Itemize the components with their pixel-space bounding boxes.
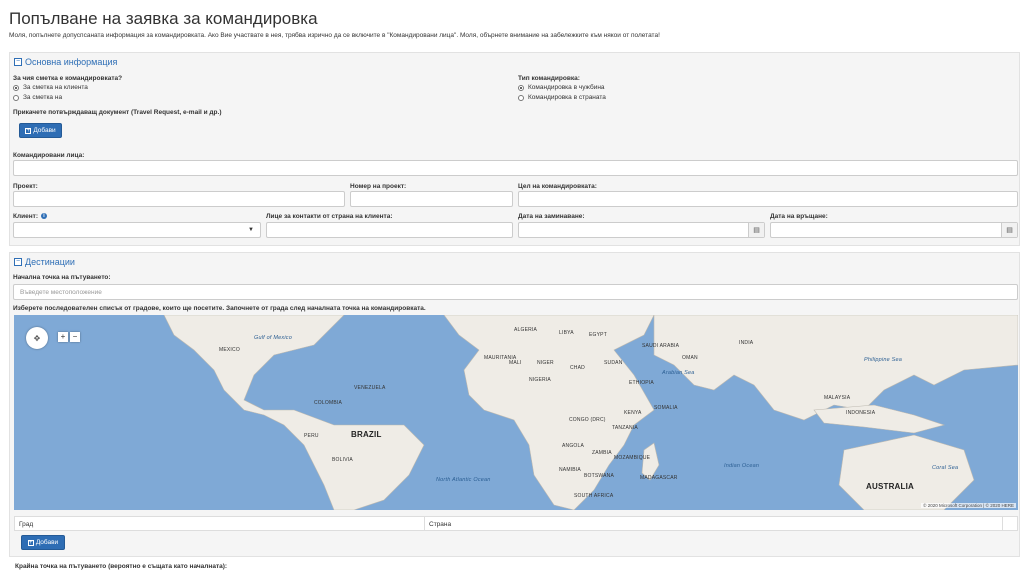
- column-header-city: Град: [15, 517, 425, 530]
- destinations-header[interactable]: − Дестинации: [10, 253, 1019, 270]
- start-location-input[interactable]: Въведете местоположение: [13, 284, 1018, 300]
- column-header-country: Страна: [425, 517, 1003, 530]
- attach-label: Прикачете потвърждаващ документ (Travel …: [13, 109, 222, 116]
- map-copyright: © 2020 Microsoft Corporation | © 2020 HE…: [921, 503, 1016, 508]
- start-placeholder: Въведете местоположение: [20, 289, 102, 296]
- basic-info-header[interactable]: − Основна информация: [10, 53, 1019, 70]
- map-label: Coral Sea: [932, 465, 959, 471]
- world-map[interactable]: ✥ + − BRAZIL AUSTRALIA North Atlantic Oc…: [14, 315, 1018, 510]
- cities-hint: Изберете последователен списък от градов…: [13, 305, 426, 312]
- map-label: BOTSWANA: [584, 473, 615, 479]
- page: Попълване на заявка за командировка Моля…: [0, 0, 1024, 571]
- map-label: PERU: [304, 433, 319, 439]
- map-label: LIBYA: [559, 330, 574, 336]
- chevron-down-icon: ▼: [248, 227, 254, 233]
- map-navigation-control[interactable]: ✥: [26, 327, 48, 349]
- radio-icon[interactable]: [13, 94, 19, 101]
- column-header-actions: [1003, 517, 1017, 530]
- start-label: Начална точка на пътуването:: [13, 274, 111, 281]
- purpose-label: Цел на командировката:: [518, 183, 597, 190]
- map-label: North Atlantic Ocean: [436, 477, 491, 483]
- map-label: BOLIVIA: [332, 457, 353, 463]
- radio-icon[interactable]: [13, 84, 19, 91]
- map-label: SOMALIA: [654, 405, 678, 411]
- map-label: MADAGASCAR: [640, 475, 678, 481]
- map-label: Arabian Sea: [662, 370, 695, 376]
- collapse-icon[interactable]: −: [14, 257, 22, 266]
- contact-label: Лице за контакти от страна на клиента:: [266, 213, 393, 220]
- account-option-other[interactable]: За сметка на: [13, 94, 62, 101]
- project-number-label: Номер на проект:: [350, 183, 407, 190]
- end-label: Крайна точка на пътуването (вероятно е с…: [15, 563, 228, 570]
- map-label: ALGERIA: [514, 327, 538, 333]
- map-label: CHAD: [570, 365, 585, 371]
- calendar-icon[interactable]: ▤: [1001, 223, 1017, 237]
- map-label: ZAMBIA: [592, 450, 612, 456]
- map-label: MOZAMBIQUE: [614, 455, 651, 461]
- account-option-client[interactable]: За сметка на клиента: [13, 84, 88, 91]
- map-label: TANZANIA: [612, 425, 638, 431]
- map-label: BRAZIL: [351, 430, 382, 439]
- destinations-heading: Дестинации: [25, 256, 75, 267]
- radio-icon[interactable]: [518, 84, 524, 91]
- map-label: COLOMBIA: [314, 400, 342, 406]
- attach-add-button[interactable]: + Добави: [19, 123, 62, 138]
- zoom-in-button[interactable]: +: [58, 332, 68, 342]
- collapse-icon[interactable]: −: [14, 57, 22, 66]
- departure-label: Дата на заминаване:: [518, 213, 585, 220]
- radio-icon[interactable]: [518, 94, 524, 101]
- map-label: Indian Ocean: [724, 463, 760, 469]
- map-label: Gulf of Mexico: [254, 335, 292, 341]
- cities-table-header: Град Страна: [14, 516, 1018, 531]
- trip-type-domestic[interactable]: Командировка в страната: [518, 94, 606, 101]
- map-label: EGYPT: [589, 332, 607, 338]
- client-select[interactable]: ▼: [13, 222, 261, 238]
- map-label: SAUDI ARABIA: [642, 343, 680, 349]
- plus-icon: +: [27, 539, 34, 546]
- map-label: Philippine Sea: [864, 357, 902, 363]
- map-label: NAMIBIA: [559, 467, 581, 473]
- map-label: SUDAN: [604, 360, 623, 366]
- calendar-icon[interactable]: ▤: [748, 223, 764, 237]
- map-label: SOUTH AFRICA: [574, 493, 614, 499]
- map-label: MEXICO: [219, 347, 240, 353]
- return-date-input[interactable]: ▤: [770, 222, 1018, 238]
- map-label: VENEZUELA: [354, 385, 386, 391]
- zoom-out-button[interactable]: −: [70, 332, 80, 342]
- info-icon[interactable]: i: [40, 213, 47, 220]
- map-label: ANGOLA: [562, 443, 585, 449]
- persons-label: Командировани лица:: [13, 152, 85, 159]
- project-label: Проект:: [13, 183, 38, 190]
- project-number-input[interactable]: [350, 191, 513, 207]
- contact-input[interactable]: [266, 222, 513, 238]
- plus-icon: +: [25, 127, 32, 134]
- basic-info-heading: Основна информация: [25, 56, 118, 67]
- basic-info-panel: − Основна информация: [9, 52, 1020, 246]
- page-title: Попълване на заявка за командировка: [9, 9, 318, 28]
- map-label: NIGERIA: [529, 377, 551, 383]
- page-subtitle: Моля, попълнете допуспсаната информация …: [9, 32, 660, 39]
- map-label: KENYA: [624, 410, 642, 416]
- map-label: INDONESIA: [846, 410, 876, 416]
- trip-type-abroad[interactable]: Командировка в чужбина: [518, 84, 605, 91]
- purpose-input[interactable]: [518, 191, 1018, 207]
- map-label: MALAYSIA: [824, 395, 851, 401]
- map-label: NIGER: [537, 360, 554, 366]
- return-label: Дата на връщане:: [770, 213, 828, 220]
- map-label: MALI: [509, 360, 522, 366]
- map-label: AUSTRALIA: [866, 482, 915, 491]
- departure-date-input[interactable]: ▤: [518, 222, 765, 238]
- map-label: OMAN: [682, 355, 698, 361]
- trip-type-label: Тип командировка:: [518, 75, 580, 82]
- project-input[interactable]: [13, 191, 345, 207]
- account-label: За чия сметка е командировката?: [13, 75, 123, 82]
- map-label: CONGO (DRC): [569, 417, 606, 423]
- map-label: ETHIOPIA: [629, 380, 654, 386]
- add-city-button[interactable]: + Добави: [21, 535, 65, 550]
- map-label: INDIA: [739, 340, 754, 346]
- persons-input[interactable]: [13, 160, 1018, 176]
- client-label: Клиент: i: [13, 213, 47, 220]
